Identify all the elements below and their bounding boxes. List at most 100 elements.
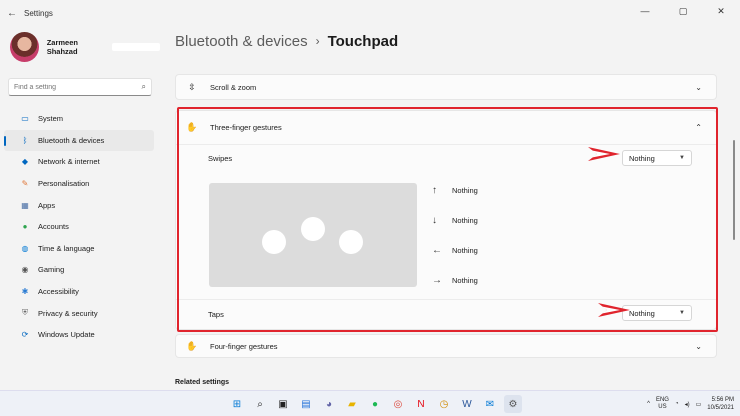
scroll-zoom-card[interactable]: ⇳ Scroll & zoom ⌄: [175, 74, 717, 100]
minimize-button[interactable]: —: [626, 0, 664, 22]
arrow-up-icon: ↑: [432, 185, 437, 196]
taps-dropdown[interactable]: Nothing ▼: [622, 305, 692, 321]
three-finger-gestures-panel: ✋ Three-finger gestures ⌃ Swipes Nothing…: [175, 110, 717, 330]
clock-app-icon[interactable]: ◷: [435, 395, 453, 413]
task-view-icon[interactable]: ▣: [274, 395, 292, 413]
sidebar: Zarmeen Shahzad ⌕ ▭ System ᛒ Bluetooth & de…: [0, 26, 161, 390]
chevron-down-icon[interactable]: ⌄: [695, 83, 702, 92]
bluetooth-icon: ᛒ: [22, 135, 28, 145]
gesture-up-row: ↑ Nothing: [432, 185, 478, 196]
sidebar-item-label: Accessibility: [38, 287, 79, 297]
chevron-down-icon[interactable]: ⌄: [695, 342, 702, 351]
sidebar-item-label: Accounts: [38, 222, 69, 232]
taps-value: Nothing: [629, 308, 655, 318]
gesture-left-value: Nothing: [452, 246, 478, 255]
language-code: ENG: [655, 397, 669, 403]
arrow-right-icon: →: [432, 275, 442, 286]
sidebar-item-privacy-security[interactable]: ⛨ Privacy & security: [4, 302, 154, 324]
arrow-down-icon: ↓: [432, 215, 437, 226]
sidebar-item-bluetooth-devices[interactable]: ᛒ Bluetooth & devices: [4, 129, 154, 152]
taskbar: ⊞ ⌕ ▣ ▤ ◕ ▰ ● ◎ N ◷ W ✉ ⚙ ^ ENG US ◔ ◂) ▭ 5:56 PM 10…: [0, 390, 740, 416]
swipes-label: Swipes: [208, 154, 233, 163]
back-button[interactable]: ←: [0, 8, 24, 19]
sidebar-item-label: Bluetooth & devices: [38, 135, 105, 145]
mail-icon[interactable]: ✉: [481, 395, 499, 413]
breadcrumb-separator: ›: [315, 34, 320, 48]
finger-dot: [339, 230, 363, 254]
avatar: [10, 32, 39, 62]
chevron-down-icon: ▼: [679, 310, 685, 316]
clock[interactable]: 5:56 PM 10/5/2021: [707, 396, 734, 412]
wifi-icon[interactable]: ◔: [675, 401, 679, 407]
annotation-arrow-swipes: [588, 147, 620, 161]
file-explorer-icon[interactable]: ▰: [343, 395, 361, 413]
chevron-up-icon[interactable]: ⌃: [695, 123, 702, 132]
close-button[interactable]: ✕: [702, 0, 740, 22]
shield-icon: ⛨: [22, 308, 28, 318]
three-finger-gestures-header[interactable]: ✋ Three-finger gestures ⌃: [176, 111, 716, 145]
sidebar-item-label: Apps: [38, 200, 56, 210]
netflix-icon[interactable]: N: [412, 395, 430, 413]
wifi-icon: ◆: [21, 157, 29, 167]
sidebar-item-label: Personalisation: [38, 179, 90, 189]
search-input[interactable]: [14, 83, 142, 91]
search-box[interactable]: ⌕: [8, 78, 152, 96]
scrollbar[interactable]: [733, 140, 735, 240]
taskbar-apps: ⊞ ⌕ ▣ ▤ ◕ ▰ ● ◎ N ◷ W ✉ ⚙: [228, 391, 522, 416]
start-icon[interactable]: ⊞: [228, 395, 246, 413]
swipes-value: Nothing: [629, 153, 655, 163]
sidebar-item-time-language[interactable]: ◍ Time & language: [4, 238, 154, 260]
finger-dot: [301, 217, 325, 241]
gesture-down-value: Nothing: [452, 216, 478, 225]
word-icon[interactable]: W: [458, 395, 476, 413]
search-icon[interactable]: ⌕: [251, 395, 269, 413]
apps-icon: ▦: [21, 200, 29, 210]
annotation-arrow-taps: [598, 303, 630, 317]
globe-icon: ◍: [21, 243, 29, 253]
scroll-zoom-label: Scroll & zoom: [210, 82, 257, 92]
sidebar-item-label: Gaming: [38, 265, 65, 275]
sidebar-item-network-internet[interactable]: ◆ Network & internet: [4, 151, 154, 173]
settings-icon[interactable]: ⚙: [504, 395, 522, 413]
tray-chevron-icon[interactable]: ^: [647, 401, 650, 407]
sidebar-item-accessibility[interactable]: ✱ Accessibility: [4, 281, 154, 303]
battery-icon[interactable]: ▭: [696, 401, 702, 408]
chat-icon[interactable]: ◕: [320, 395, 338, 413]
update-icon: ⟳: [21, 330, 29, 340]
system-icon: ▭: [21, 114, 29, 124]
date: 10/5/2021: [707, 405, 734, 411]
spotify-icon[interactable]: ●: [366, 395, 384, 413]
gesture-left-row: ← Nothing: [432, 245, 478, 256]
maximize-button[interactable]: ▢: [664, 0, 702, 22]
sidebar-item-accounts[interactable]: ● Accounts: [4, 216, 154, 238]
redacted-email: [112, 43, 161, 51]
user-profile[interactable]: Zarmeen Shahzad: [0, 26, 161, 68]
hand-icon: ✋: [186, 122, 198, 132]
breadcrumb-parent[interactable]: Bluetooth & devices: [175, 33, 308, 50]
search-icon[interactable]: ⌕: [142, 82, 146, 92]
sidebar-item-personalisation[interactable]: ✎ Personalisation: [4, 173, 154, 195]
four-finger-gestures-card[interactable]: ✋ Four-finger gestures ⌄: [175, 334, 717, 358]
accessibility-icon: ✱: [21, 287, 29, 297]
sidebar-item-gaming[interactable]: ◉ Gaming: [4, 259, 154, 281]
sidebar-item-system[interactable]: ▭ System: [4, 108, 154, 130]
gesture-right-row: → Nothing: [432, 275, 478, 286]
sidebar-item-apps[interactable]: ▦ Apps: [4, 194, 154, 216]
widgets-icon[interactable]: ▤: [297, 395, 315, 413]
scroll-icon: ⇳: [188, 81, 196, 92]
breadcrumb: Bluetooth & devices › Touchpad: [175, 26, 723, 56]
profile-name: Zarmeen Shahzad: [46, 38, 78, 56]
sidebar-item-label: Network & internet: [38, 157, 100, 167]
settings-window: ← Settings — ▢ ✕ Zarmeen Shahzad ⌕ ▭ Syst…: [0, 0, 740, 390]
volume-icon[interactable]: ◂): [685, 401, 690, 408]
sidebar-item-label: System: [38, 114, 64, 124]
system-tray: ^ ENG US ◔ ◂) ▭ 5:56 PM 10/5/2021: [647, 391, 734, 416]
chrome-icon[interactable]: ◎: [389, 395, 407, 413]
sidebar-item-windows-update[interactable]: ⟳ Windows Update: [4, 324, 154, 346]
page-title: Touchpad: [327, 32, 399, 50]
title-bar: ← Settings — ▢ ✕: [0, 0, 740, 26]
hand-icon: ✋: [186, 340, 198, 351]
gesture-down-row: ↓ Nothing: [432, 215, 478, 226]
swipes-dropdown[interactable]: Nothing ▼: [622, 150, 692, 166]
language-indicator[interactable]: ENG US: [656, 397, 669, 411]
